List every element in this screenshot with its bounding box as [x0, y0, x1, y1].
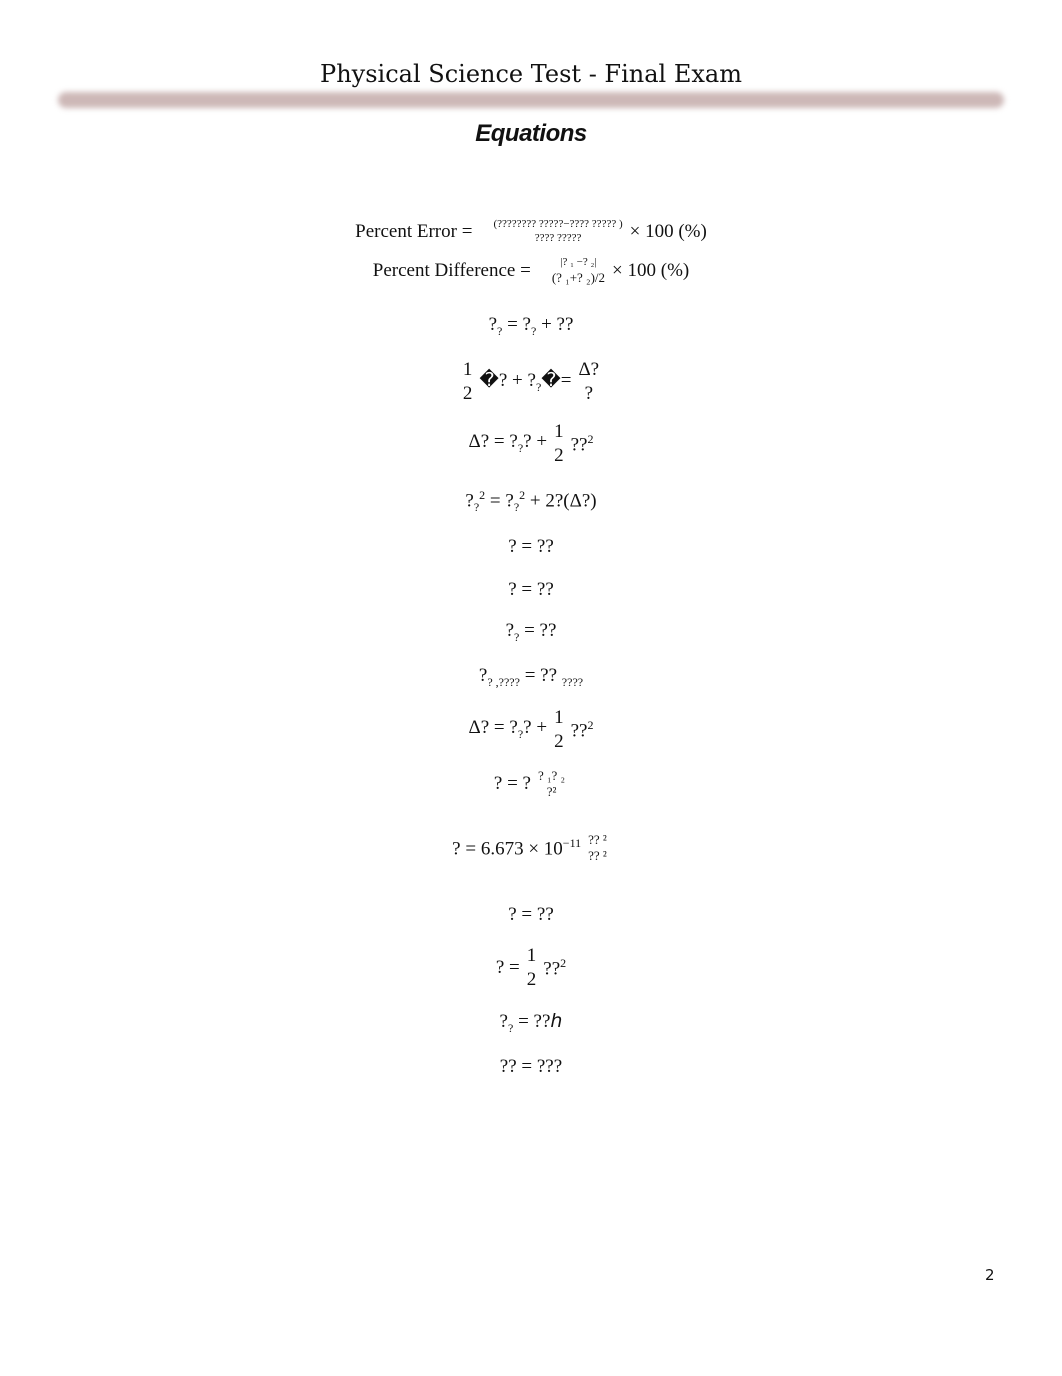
eq-subscript: ? ,???? — [487, 674, 520, 689]
equation-8: ?? ,???? = ?? ???? — [0, 665, 1062, 690]
fraction-denominator: ???? ????? — [534, 231, 582, 244]
fraction-half: 1 2 — [554, 420, 564, 468]
eq-superscript: 2 — [587, 717, 594, 732]
fraction-denominator: (? ₁+? ₂)/2 — [551, 269, 606, 285]
equation-12: ? = ?? — [508, 904, 554, 925]
fraction-half: 1 2 — [463, 358, 473, 406]
equation-5: ? = ?? — [508, 536, 554, 557]
eq-term: Δ? = ? — [468, 431, 518, 453]
eq-term: �? + ? — [479, 369, 536, 391]
eq-superscript: 2 — [479, 488, 486, 502]
equation-4: ??2 = ??2 + 2?(Δ?) — [0, 488, 1062, 515]
percent-suffix: × 100 (%) — [612, 260, 690, 281]
fraction-numerator: ?? ² — [588, 832, 607, 847]
equation-11: ? = 6.673 × 10−11 ?? ² ?? ² — [0, 832, 1062, 865]
equation-13: ? = 1 2 ??2 — [0, 944, 1062, 992]
header-divider — [58, 92, 1004, 108]
fraction-numerator: 1 — [462, 359, 473, 380]
percent-error-label: Percent Error = — [355, 220, 473, 242]
eq-superscript: −11 — [562, 836, 582, 851]
fraction-numerator: 1 — [554, 707, 564, 728]
document-title: Physical Science Test - Final Exam — [320, 60, 742, 88]
eq-term: = ?? — [519, 665, 558, 686]
equation-6: ? = ?? — [508, 579, 554, 600]
eq-term: ?? — [543, 957, 561, 979]
eq-superscript: 2 — [519, 488, 526, 502]
equation-9: Δ? = ??? + 1 2 ??2 — [0, 706, 1062, 754]
eq-term: ? + — [523, 717, 548, 739]
fraction-numerator: (???????? ?????−???? ????? ) — [493, 218, 623, 230]
equation-2: 1 2 �? + ?? �= Δ? ? — [0, 358, 1062, 406]
fraction-denominator: 2 — [526, 968, 537, 990]
fraction-numerator: Δ? — [578, 359, 600, 380]
eq-term: ? = 6.673 × 10 — [452, 838, 563, 860]
fraction-denominator: ? — [584, 382, 594, 404]
fraction-numerator: |? ₁ −? ₂| — [560, 256, 597, 268]
eq-term: Δ? = ? — [468, 717, 518, 739]
equation-3: Δ? = ??? + 1 2 ??2 — [0, 420, 1062, 468]
eq-term: ? + — [523, 431, 548, 453]
eq-term: = ?? — [519, 620, 557, 641]
eq-term: + ?? — [541, 314, 574, 335]
fraction-numerator: 1 — [554, 421, 564, 442]
equation-1: ?? = ?? + ?? — [0, 314, 1062, 339]
fraction-half: 1 2 — [554, 706, 564, 754]
eq-italic-term: h — [550, 1010, 563, 1032]
fraction-half: 1 2 — [527, 944, 537, 992]
fraction-denominator: 2 — [554, 444, 564, 466]
fraction: ? ₁? ₂ ?² — [538, 768, 565, 801]
fraction-denominator: 2 — [554, 730, 564, 752]
eq-term: �= — [541, 369, 572, 391]
eq-subscript: ? — [473, 500, 480, 515]
fraction-denominator: ?? ² — [588, 848, 607, 864]
eq-subscript: ???? — [561, 674, 584, 689]
eq-term: + 2?(Δ?) — [529, 490, 597, 512]
eq-term: ? — [465, 490, 474, 512]
percent-suffix: × 100 (%) — [629, 220, 707, 242]
eq-subscript: ? — [497, 323, 503, 338]
eq-term: = ?? — [513, 1011, 551, 1032]
percent-difference-equation: Percent Difference = |? ₁ −? ₂| (? ₁+? ₂… — [0, 256, 1062, 286]
equation-15: ?? = ??? — [499, 1056, 563, 1077]
equation-7: ?? = ?? — [0, 620, 1062, 645]
page-number: 2 — [985, 1266, 995, 1284]
percent-error-equation: Percent Error = (???????? ?????−???? ???… — [0, 218, 1062, 246]
eq-superscript: 2 — [587, 431, 594, 446]
eq-term: ? — [499, 1011, 508, 1032]
eq-subscript: ? — [531, 323, 537, 338]
fraction-denominator: 2 — [462, 382, 473, 404]
percent-error-fraction: (???????? ?????−???? ????? ) ???? ????? — [493, 218, 622, 246]
eq-term: ? = — [495, 956, 520, 978]
eq-term: ?? — [570, 719, 588, 741]
equation-10: ? = ? ? ₁? ₂ ?² — [0, 768, 1062, 801]
eq-term: = ? — [507, 314, 531, 335]
section-heading: Equations — [475, 120, 587, 147]
eq-term: ?? — [570, 433, 588, 455]
percent-difference-fraction: |? ₁ −? ₂| (? ₁+? ₂)/2 — [552, 256, 605, 286]
fraction-denominator: ?² — [546, 784, 557, 800]
fraction-numerator: 1 — [526, 945, 537, 966]
fraction-units: ?? ² ?? ² — [588, 832, 607, 865]
eq-subscript: ? — [513, 500, 520, 515]
equation-14: ?? = ??h — [0, 1010, 1062, 1036]
fraction-delta: Δ? ? — [578, 358, 599, 406]
eq-superscript: 2 — [560, 955, 567, 970]
fraction-numerator: ? ₁? ₂ — [537, 768, 566, 783]
eq-term: = ? — [489, 490, 514, 512]
eq-term: ? — [505, 620, 514, 641]
eq-term: ? — [488, 314, 498, 335]
percent-difference-label: Percent Difference = — [372, 260, 531, 281]
eq-term: ? = ? — [493, 773, 531, 795]
